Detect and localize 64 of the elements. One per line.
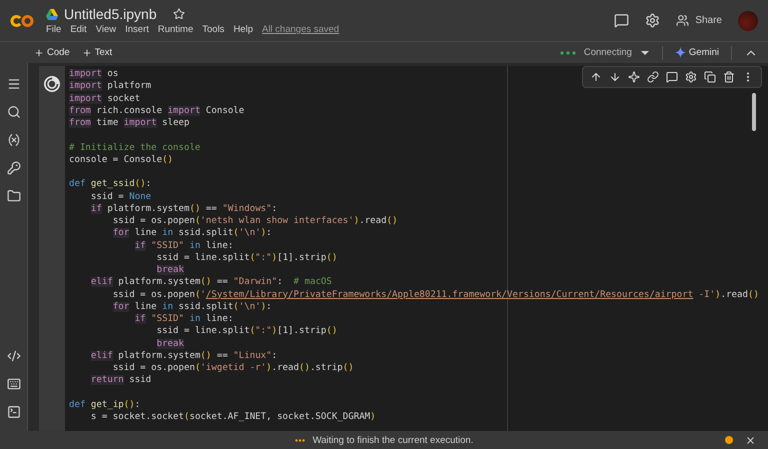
code-line: import os: [69, 68, 120, 80]
code-line: for line in ssid.split('\n'):: [112, 300, 273, 313]
arrow-up-icon[interactable]: [589, 70, 603, 84]
menu-item[interactable]: Help: [233, 24, 253, 35]
code-line: ssid = None: [90, 190, 152, 203]
code-line: from rich.console import Console: [69, 104, 246, 117]
menu-item[interactable]: Insert: [125, 24, 149, 35]
menu-item[interactable]: View: [96, 24, 116, 35]
code-line: ssid = line.split(":")[1].strip(): [156, 252, 338, 264]
sparkle-icon[interactable]: [627, 70, 641, 84]
code-line: def get_ssid():: [69, 178, 152, 190]
gemini-button[interactable]: Gemini: [674, 47, 719, 58]
code-line: ssid = os.popen('netsh wlan show interfaces').read(): [112, 215, 399, 228]
add-cell-button[interactable]: Text: [82, 47, 112, 58]
run-cell-button[interactable]: [43, 75, 61, 93]
plus-icon: [82, 48, 92, 58]
caret-icon: [640, 50, 650, 56]
scrollbar[interactable]: [752, 93, 756, 131]
code-line: from time import sleep: [69, 117, 190, 130]
status-dot-icon: [725, 436, 733, 444]
code-line: elif platform.system() == "Linux":: [90, 350, 278, 362]
close-icon[interactable]: [745, 434, 756, 446]
code-line: # Initialize the console: [69, 142, 202, 154]
code-line: if platform.system() == "Windows":: [90, 202, 278, 215]
copy-icon[interactable]: [703, 70, 717, 84]
code-line: console = Console(): [69, 154, 174, 166]
arrow-down-icon[interactable]: [608, 70, 622, 84]
people-icon: [676, 14, 690, 27]
status-message: Waiting to finish the current execution.: [312, 434, 474, 446]
status-dots-icon: [560, 50, 576, 54]
star-icon[interactable]: [172, 8, 185, 20]
runtime-status-button[interactable]: Connecting: [560, 47, 650, 58]
trash-icon[interactable]: [722, 70, 736, 84]
plus-icon: [34, 48, 44, 58]
notebook-title[interactable]: Untitled5.ipynb: [64, 6, 157, 22]
menu-item[interactable]: Edit: [70, 24, 87, 35]
code-line: elif platform.system() == "Darwin": # macOS: [90, 276, 333, 288]
share-button[interactable]: Share: [676, 14, 722, 27]
progress-dots-icon: [294, 438, 305, 442]
drive-icon: [46, 8, 58, 20]
code-line: if "SSID" in line:: [134, 240, 234, 252]
code-line: s = socket.socket(socket.AF_INET, socket.SOCK_DGRAM): [90, 411, 377, 424]
code-line: return ssid: [90, 374, 152, 386]
code-line: for line in ssid.split('\n'):: [112, 227, 273, 240]
code-line: import platform: [69, 80, 152, 92]
code-line: ssid = line.split(":")[1].strip(): [156, 325, 338, 338]
settings-icon[interactable]: [645, 13, 660, 28]
code-line: ssid = os.popen('/System/Library/PrivateFrameworks/Apple80211.framework/Versions/Current/Resources/airport -I').read(): [112, 288, 760, 301]
menu-item[interactable]: Tools: [202, 24, 224, 35]
menu-item[interactable]: File: [46, 24, 62, 35]
save-status-link[interactable]: All changes saved: [262, 24, 340, 35]
code-line: ssid = os.popen('iwgetid -r').read().strip(): [112, 362, 355, 374]
code-line: if "SSID" in line:: [134, 313, 234, 326]
link-icon[interactable]: [646, 70, 660, 84]
code-line: def get_ip():: [69, 398, 142, 411]
settings-icon[interactable]: [684, 70, 698, 84]
comment-icon[interactable]: [614, 13, 630, 28]
sparkle-icon: [674, 47, 686, 58]
add-cell-button[interactable]: Code: [34, 47, 70, 58]
code-line: import socket: [69, 92, 142, 105]
comment-icon[interactable]: [665, 70, 679, 84]
key-icon[interactable]: [4, 159, 22, 177]
menu-item[interactable]: Runtime: [158, 24, 194, 35]
logo-icon: [10, 14, 34, 28]
